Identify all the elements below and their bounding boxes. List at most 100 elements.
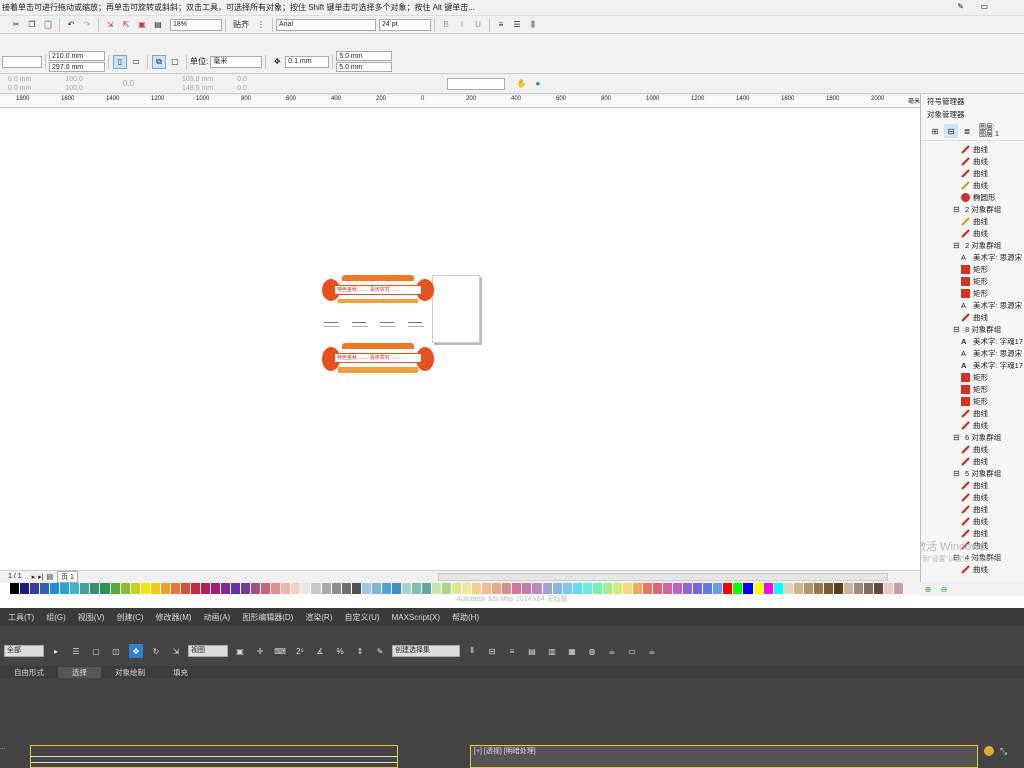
tree-object-row[interactable]: 曲线 [921,311,1024,323]
duplicate-y-field[interactable]: 5.0 mm [336,62,393,72]
italic-icon[interactable]: I [455,18,469,32]
color-swatch[interactable] [50,583,61,594]
pivot-icon[interactable]: ▣ [233,644,247,658]
tree-object-row[interactable]: A 美术字: 思源宋 [921,251,1024,263]
tree-object-row[interactable]: A 美术字: 字魂17 [921,359,1024,371]
color-swatch[interactable] [20,583,31,594]
page-width-field[interactable]: 210.0 mm [49,51,105,61]
color-swatch[interactable] [70,583,81,594]
scale-x-field[interactable]: 100.0 [65,75,83,84]
color-swatch[interactable] [421,583,433,594]
redo-icon[interactable]: ↷ [80,18,94,32]
tree-object-row[interactable]: 曲线 [921,491,1024,503]
tree-group-row[interactable]: ⊟ 8 对象群组 [921,323,1024,335]
mirror-icon[interactable]: ⫴ [465,644,479,658]
color-swatch[interactable] [200,583,211,594]
tree-object-row[interactable]: 曲线 [921,227,1024,239]
paste-icon[interactable]: 📋 [41,18,55,32]
color-swatch[interactable] [190,583,201,594]
color-swatch[interactable] [813,583,824,594]
layer-manager-icon[interactable]: ≣ [960,124,974,138]
import-icon[interactable]: ⇲ [103,18,117,32]
publish-pdf-icon[interactable]: ▣ [135,18,149,32]
manipulate-icon[interactable]: ✛ [253,644,267,658]
tree-object-row[interactable]: A 美术字: 思源宋 [921,347,1024,359]
max-menu-item[interactable]: MAXScript(X) [392,613,440,622]
object-props-icon[interactable]: ⊟ [944,124,958,138]
tree-object-row[interactable]: 曲线 [921,179,1024,191]
color-swatch[interactable] [602,583,613,594]
color-swatch[interactable] [843,583,854,594]
color-swatch[interactable] [80,583,91,594]
color-swatch[interactable] [210,583,222,594]
tree-group-row[interactable]: ⊟ 2 对象群组 [921,203,1024,215]
tree-object-row[interactable]: 曲线 [921,143,1024,155]
color-swatch[interactable] [221,583,232,594]
tree-group-row[interactable]: ⊟ 5 对象群组 [921,467,1024,479]
color-swatch[interactable] [502,583,513,594]
color-swatch[interactable] [0,583,11,594]
bullet-list-icon[interactable]: ☰ [510,18,524,32]
color-swatch[interactable] [170,583,181,594]
max-menu-item[interactable]: 组(G) [46,612,66,623]
spinner-snap-icon[interactable]: ⇕ [353,644,367,658]
view-cube-icon[interactable]: ⤡ [1000,746,1007,757]
center-y-field[interactable]: 148.5 mm [182,84,213,93]
color-swatch[interactable] [10,583,21,594]
rect-region-icon[interactable]: ▢ [89,644,103,658]
font-list[interactable]: Arial [276,18,376,31]
tree-object-row[interactable]: 矩形 [921,371,1024,383]
horizontal-scrollbar[interactable] [437,572,888,581]
rotate-icon[interactable]: ↻ [149,644,163,658]
pen-icon[interactable]: ✎ [957,2,964,11]
color-swatch[interactable] [100,583,111,594]
max-menu-item[interactable]: 工具(T) [8,612,34,623]
color-swatch[interactable] [371,583,382,594]
color-swatch[interactable] [512,583,523,594]
color-swatch[interactable] [120,583,131,594]
render-frame-icon[interactable]: ▭ [625,644,639,658]
color-swatch[interactable] [180,583,191,594]
color-swatch[interactable] [683,583,694,594]
color-swatch[interactable] [492,583,503,594]
tree-object-row[interactable]: 矩形 [921,383,1024,395]
color-swatch[interactable] [753,583,764,594]
color-swatch[interactable] [663,583,674,594]
select-by-name-icon[interactable]: ☰ [69,644,83,658]
color-swatch[interactable] [130,583,141,594]
percent-snap-icon[interactable]: % [333,644,347,658]
next-page-icon[interactable]: ▸ [32,573,36,581]
snap-options-icon[interactable]: ⋮ [254,18,268,32]
color-swatch[interactable] [874,583,885,594]
tree-object-row[interactable]: 矩形 [921,263,1024,275]
banner-design-bottom[interactable]: 特色金秋 …… 喜庆农村 …… [320,341,436,377]
color-swatch[interactable] [401,583,412,594]
color-swatch[interactable] [30,583,41,594]
color-swatch[interactable] [542,583,553,594]
tree-object-row[interactable]: 曲线 [921,455,1024,467]
color-swatch[interactable] [462,583,473,594]
symbol-manager-tab[interactable]: 符号管理器 [921,94,1024,109]
color-swatch[interactable] [673,583,684,594]
color-swatch[interactable] [763,583,774,594]
tree-object-row[interactable]: 椭圆形 [921,191,1024,203]
color-swatch[interactable] [291,583,302,594]
color-swatch[interactable] [572,583,583,594]
material-editor-icon[interactable]: ◍ [585,644,599,658]
color-swatch[interactable] [251,583,262,594]
ribbon-tab[interactable]: 选择 [58,666,101,678]
all-pages-icon[interactable]: ⧉ [152,54,166,69]
color-swatch[interactable] [482,583,493,594]
color-icon[interactable]: ● [531,77,545,91]
color-swatch[interactable] [472,583,483,594]
angle-snap-icon[interactable]: ∡ [313,644,327,658]
color-swatch[interactable] [40,583,51,594]
max-menu-item[interactable]: 视图(V) [78,612,105,623]
color-swatch[interactable] [381,583,392,594]
cut-icon[interactable]: ✂ [9,18,23,32]
color-swatch[interactable] [311,583,322,594]
color-swatch[interactable] [803,583,814,594]
last-page-icon[interactable]: ▸| [38,573,43,581]
color-swatch[interactable] [884,583,895,594]
new-layer-icon[interactable]: ⊕ [921,582,935,596]
